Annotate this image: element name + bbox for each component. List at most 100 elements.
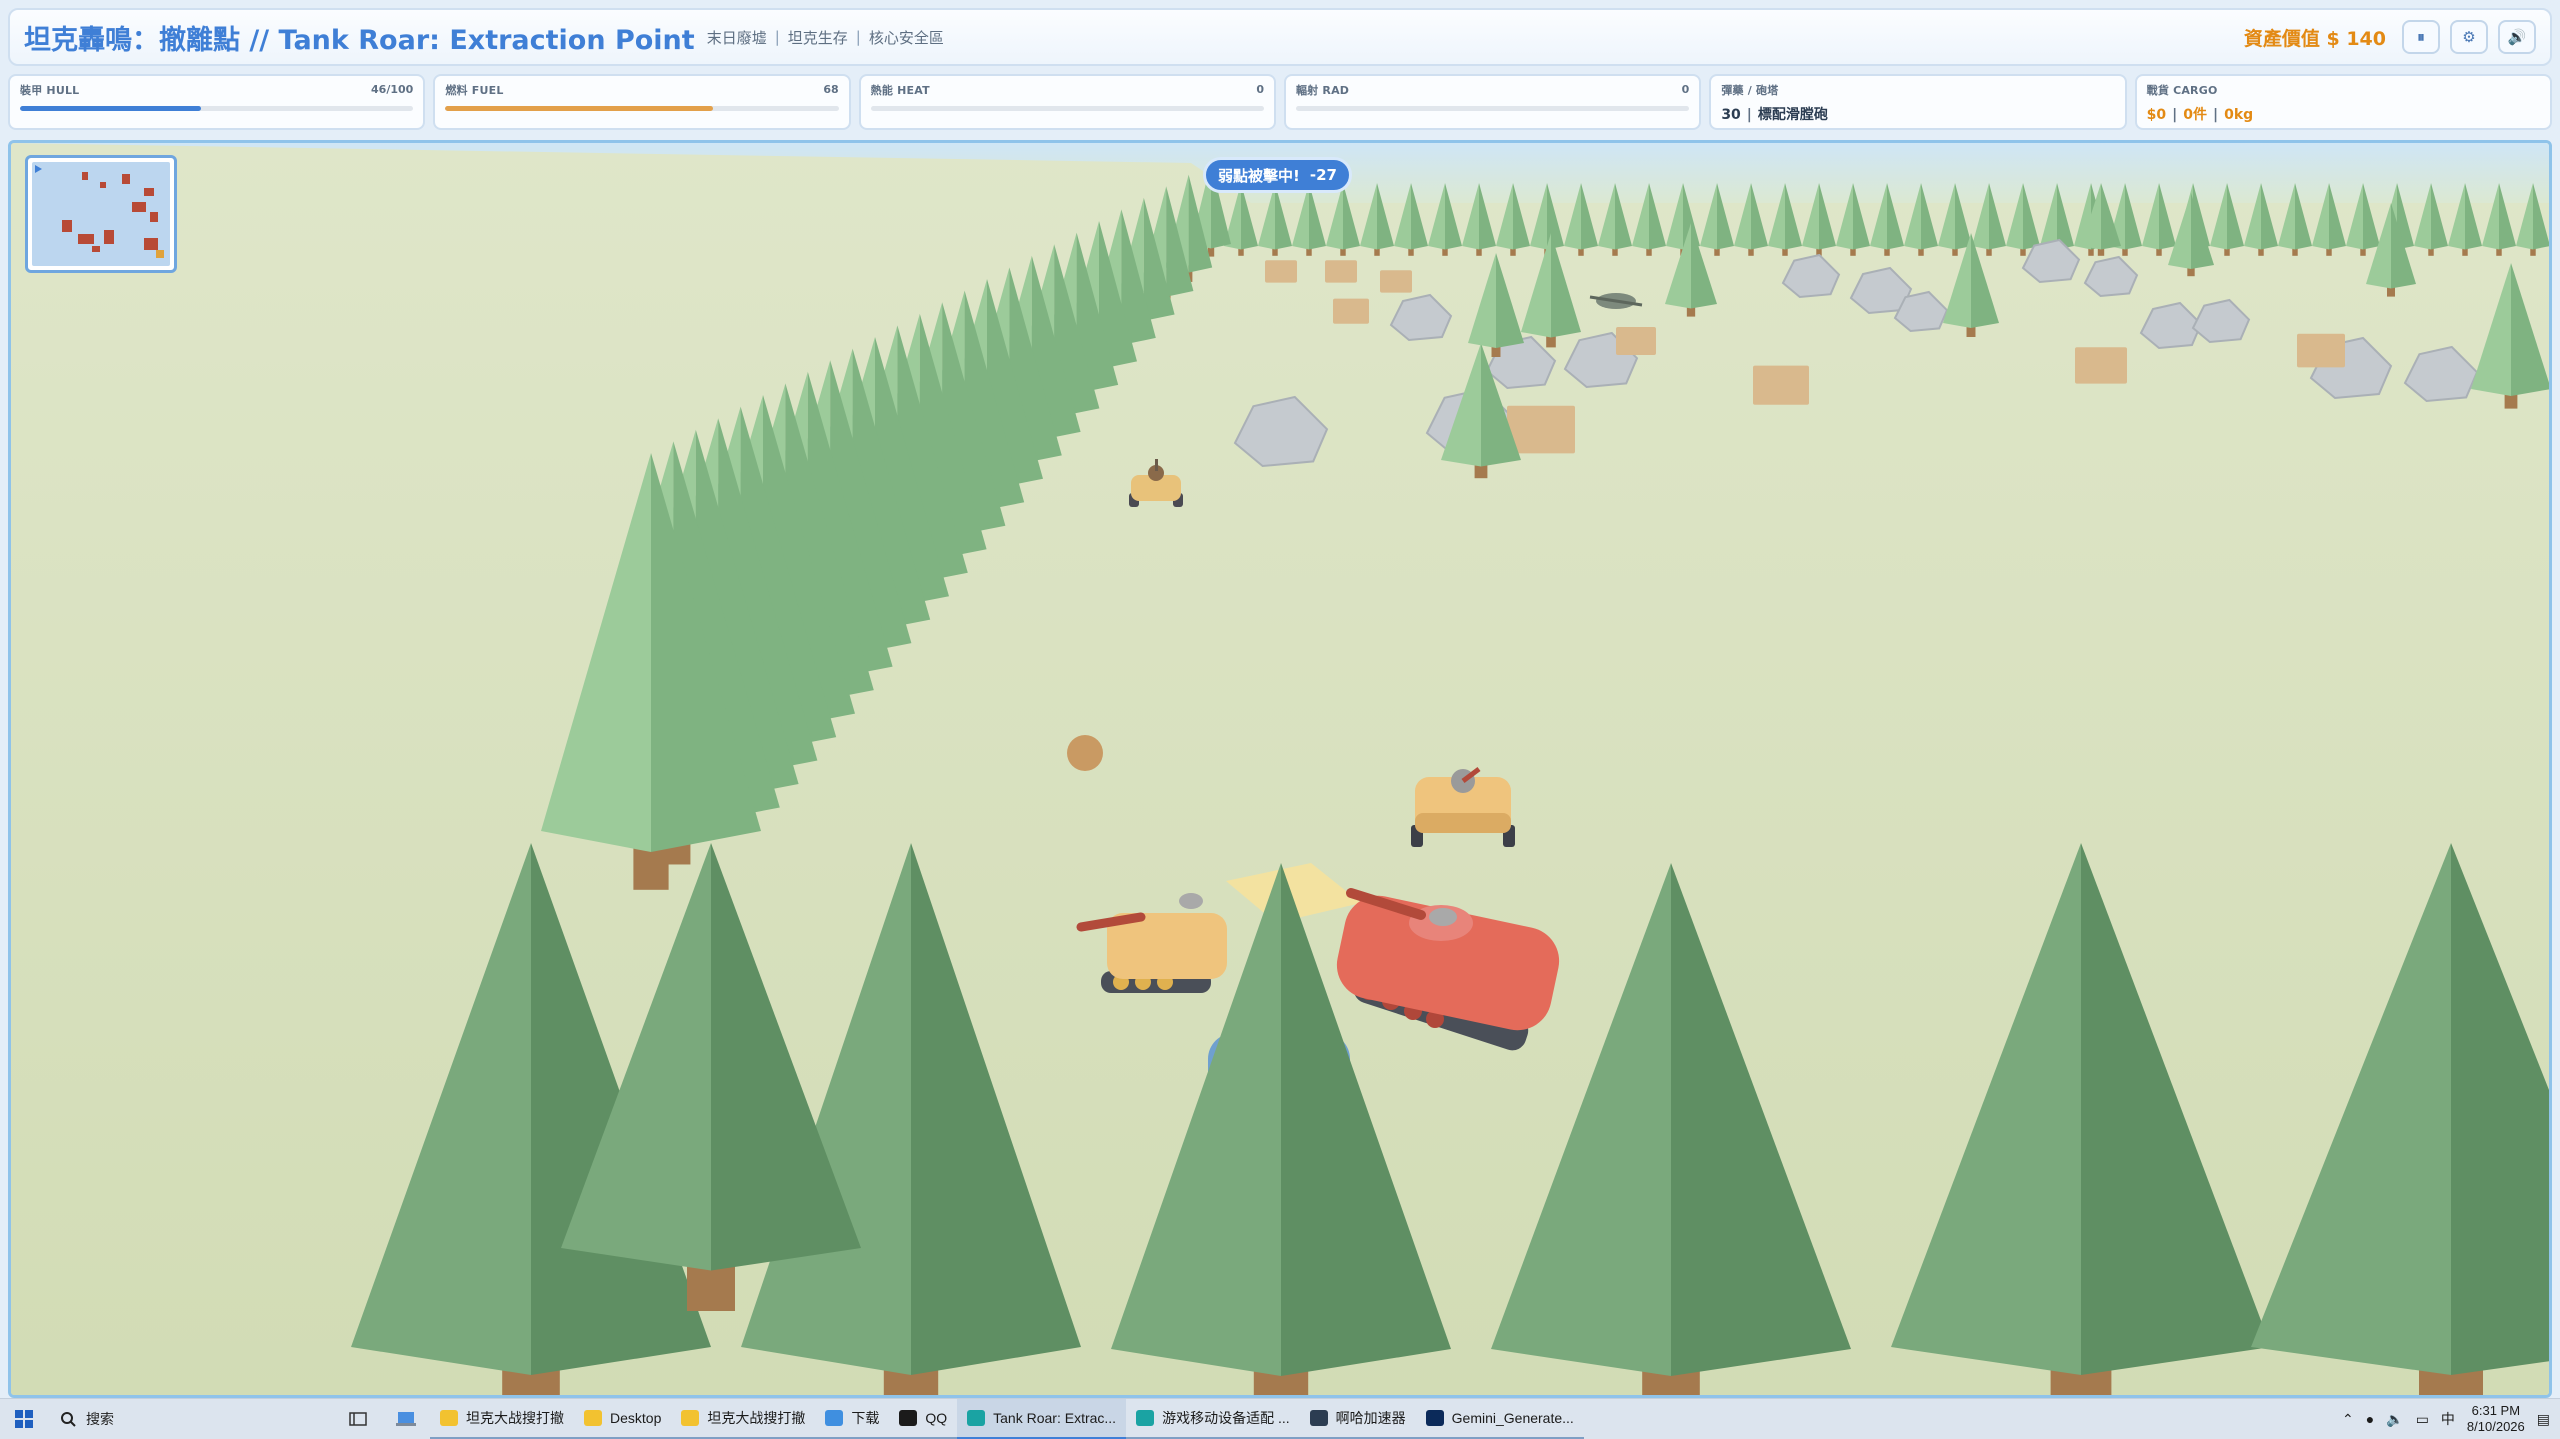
task-view-icon [349, 1412, 367, 1426]
tag-survival: 坦克生存 [787, 28, 848, 47]
clock[interactable]: 6:31 PM 8/10/2026 [2467, 1403, 2525, 1435]
game-viewport[interactable]: 弱點被擊中! -27 [8, 140, 2552, 1398]
minimap-cell [100, 182, 106, 188]
hull-bar [20, 106, 414, 111]
minimap[interactable] [25, 155, 177, 273]
minimap-cell [144, 188, 154, 196]
ime-icon[interactable]: 中 [2441, 1409, 2455, 1429]
hull-value: 46/100 [371, 83, 414, 96]
ammo-separator: | [1746, 107, 1752, 123]
gear-icon: ⚙ [2462, 28, 2476, 46]
header-tags: 末日廢墟 | 坦克生存 | 核心安全區 [707, 27, 944, 48]
taskbar-app-downloads[interactable]: 下载 [815, 1399, 890, 1439]
minimap-cell [104, 230, 114, 244]
taskbar-apps: 坦克大战搜打撤 Desktop 坦克大战搜打撤 下载 QQ Tank Roar: Extr… [430, 1398, 1584, 1439]
ammo-panel: 彈藥 / 砲塔 30 | 標配滑膛砲 [1709, 74, 2127, 130]
rad-bar [1295, 106, 1690, 111]
taskbar-app-photoshop[interactable]: Gemini_Generate... [1415, 1399, 1584, 1439]
heat-bar [870, 106, 1264, 111]
fuel-bar [445, 106, 839, 111]
taskbar-app-label: 坦克大战搜打撤 [707, 1409, 806, 1426]
top-header: 坦克轟鳴：撤離點 // Tank Roar: Extraction Point … [8, 8, 2552, 66]
chevron-up-icon[interactable]: ⌃ [2342, 1411, 2354, 1428]
taskbar-app-explorer-1-icon [440, 1409, 458, 1426]
taskbar-app-edge-2-icon [1136, 1409, 1155, 1426]
taskbar-app-qq[interactable]: QQ [889, 1399, 958, 1439]
hull-bar-fill [20, 106, 201, 111]
fuel-value: 68 [823, 83, 839, 96]
taskbar-app-label: QQ [925, 1409, 948, 1426]
taskbar-app-edge-game[interactable]: Tank Roar: Extrac... [957, 1398, 1127, 1439]
heat-panel: 熱能 HEAT 0 [858, 74, 1276, 130]
shell-projectile [1067, 735, 1103, 771]
tag-separator: | [774, 28, 780, 46]
tag-separator: | [855, 28, 861, 46]
notification-icon[interactable]: ▤ [2537, 1411, 2550, 1428]
pause-button[interactable]: ⏸ [2402, 20, 2440, 54]
clock-time: 6:31 PM [2471, 1403, 2521, 1418]
cargo-items: 0件 [2183, 107, 2207, 123]
taskbar-app-label: 游戏移动设备适配 ... [1162, 1409, 1290, 1426]
cargo-panel: 戰貨 CARGO $0 | 0件 | 0kg [2134, 74, 2552, 130]
rad-value: 0 [1681, 83, 1690, 96]
minimap-map [32, 162, 170, 266]
crate [1507, 405, 1575, 454]
minimap-cell [122, 174, 130, 184]
sound-button[interactable]: 🔊 [2498, 20, 2536, 54]
system-tray: ⌃ ● 🔈 ▭ 中 6:31 PM 8/10/2026 ▤ [2342, 1403, 2560, 1435]
settings-button[interactable]: ⚙ [2450, 20, 2488, 54]
taskbar-app-label: Desktop [610, 1409, 662, 1426]
windows-logo-icon [15, 1410, 33, 1428]
clock-date: 8/10/2026 [2466, 1419, 2525, 1434]
crate [1380, 270, 1412, 293]
game-title: 坦克轟鳴：撤離點 // Tank Roar: Extraction Point [24, 24, 695, 56]
minimap-cell [82, 172, 88, 180]
taskbar-app-desktop-icon [584, 1409, 602, 1426]
taskbar-search[interactable]: 搜索 [48, 1399, 334, 1439]
taskbar-app-explorer-1[interactable]: 坦克大战搜打撤 [430, 1399, 574, 1439]
windows-taskbar: 搜索 坦克大战搜打撤 Desktop 坦克大战搜打撤 下载 QQ Tank Roar: E… [0, 1398, 2560, 1439]
minimap-cell [62, 220, 72, 232]
hit-alert-damage: -27 [1309, 166, 1337, 184]
start-button[interactable] [0, 1399, 48, 1439]
fuel-label: 燃料 FUEL [445, 84, 504, 97]
cargo-money: $0 [2146, 107, 2167, 123]
taskbar-app-explorer-2-icon [681, 1409, 700, 1426]
cargo-info: $0 | 0件 | 0kg [2147, 104, 2540, 124]
taskbar-app-edge-game-icon [967, 1409, 986, 1426]
volume-icon[interactable]: 🔈 [2386, 1411, 2403, 1428]
task-view-button[interactable] [334, 1399, 382, 1439]
ammo-label: 彈藥 / 砲塔 [1721, 84, 1779, 97]
hit-alert-text: 弱點被擊中! [1218, 166, 1300, 185]
taskbar-app-edge-2[interactable]: 游戏移动设备适配 ... [1126, 1399, 1300, 1439]
fuel-bar-fill [445, 106, 713, 111]
network-icon[interactable]: ▭ [2416, 1411, 2429, 1428]
tag-safe-zone: 核心安全區 [868, 28, 944, 47]
crate [2075, 347, 2127, 384]
qq-tray-icon[interactable]: ● [2366, 1411, 2374, 1427]
minimap-cell [132, 202, 146, 212]
cargo-weight: 0kg [2224, 107, 2254, 123]
heat-value: 0 [1256, 83, 1264, 96]
rad-panel: 輻射 RAD 0 [1283, 74, 1702, 130]
minimap-cell [92, 246, 100, 252]
taskbar-app-label: Tank Roar: Extrac... [993, 1409, 1117, 1426]
taskbar-app-desktop[interactable]: Desktop [574, 1399, 672, 1439]
taskbar-app-downloads-icon [825, 1409, 844, 1426]
cargo-separator: | [2172, 107, 2178, 123]
pinned-app-button[interactable] [382, 1399, 430, 1439]
pause-icon: ⏸ [2417, 28, 2425, 46]
weapon-name: 標配滑膛砲 [1757, 107, 1828, 123]
speaker-icon: 🔊 [2507, 28, 2527, 46]
laptop-icon [396, 1412, 416, 1426]
taskbar-app-label: 啊哈加速器 [1335, 1409, 1406, 1426]
hull-panel: 裝甲 HULL 46/100 [8, 74, 426, 130]
taskbar-app-label: 坦克大战搜打撤 [466, 1409, 564, 1426]
crate [1333, 298, 1369, 324]
minimap-player-marker [35, 165, 42, 173]
taskbar-app-accelerator[interactable]: 啊哈加速器 [1299, 1399, 1416, 1439]
minimap-cell [78, 234, 94, 244]
search-icon [61, 1412, 76, 1427]
taskbar-app-explorer-2[interactable]: 坦克大战搜打撤 [671, 1399, 816, 1439]
ammo-count: 30 [1721, 107, 1741, 123]
